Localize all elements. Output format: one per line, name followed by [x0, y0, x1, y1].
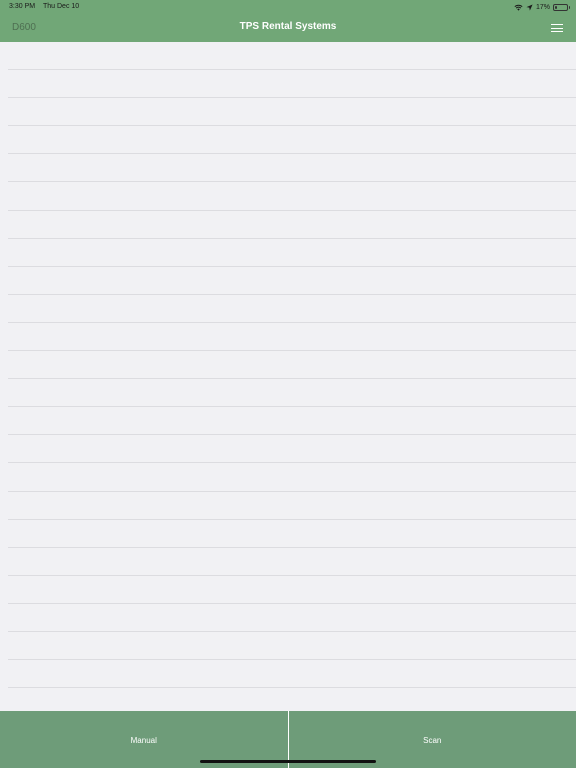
nav-bar: D600 TPS Rental Systems [0, 14, 576, 42]
list-item[interactable] [8, 98, 576, 127]
location-arrow-icon [526, 3, 533, 11]
list-item[interactable] [8, 604, 576, 632]
menu-line [551, 27, 563, 29]
home-indicator[interactable] [200, 760, 376, 763]
list-item[interactable] [8, 351, 576, 380]
list-item[interactable] [8, 323, 576, 352]
status-bar: 3:30 PM Thu Dec 10 17% [0, 0, 576, 14]
list-item[interactable] [8, 407, 576, 436]
list-item[interactable] [8, 463, 576, 492]
list-item[interactable] [8, 379, 576, 408]
menu-line [551, 24, 563, 26]
list-item[interactable] [8, 295, 576, 323]
header: 3:30 PM Thu Dec 10 17% D600 TPS Rental S [0, 0, 576, 42]
list-item[interactable] [8, 154, 576, 183]
battery-icon [553, 3, 570, 11]
list-item[interactable] [8, 70, 576, 99]
battery-level-fill [555, 5, 557, 9]
battery-percent: 17% [535, 3, 550, 11]
list-item[interactable] [8, 492, 576, 520]
list-item[interactable] [8, 576, 576, 604]
wifi-icon [514, 4, 523, 11]
menu-line [551, 31, 563, 33]
status-indicators: 17% [514, 2, 570, 12]
list-item[interactable] [8, 182, 576, 211]
list-item[interactable] [8, 267, 576, 295]
list-item[interactable] [8, 520, 576, 548]
status-date: Thu Dec 10 [43, 3, 80, 10]
status-time: 3:30 PM [9, 3, 36, 10]
app-screen: 3:30 PM Thu Dec 10 17% D600 TPS Rental S [0, 0, 576, 768]
list-item[interactable] [8, 548, 576, 576]
page-title: TPS Rental Systems [239, 21, 337, 32]
list-item[interactable] [8, 239, 576, 267]
list-item[interactable] [8, 42, 576, 71]
hamburger-menu-icon[interactable] [551, 23, 564, 33]
list-item[interactable] [8, 126, 576, 155]
list-item[interactable] [8, 211, 576, 239]
list-item[interactable] [8, 435, 576, 464]
list-item[interactable] [8, 632, 576, 661]
item-list[interactable] [0, 42, 576, 717]
list-item[interactable] [8, 660, 576, 689]
